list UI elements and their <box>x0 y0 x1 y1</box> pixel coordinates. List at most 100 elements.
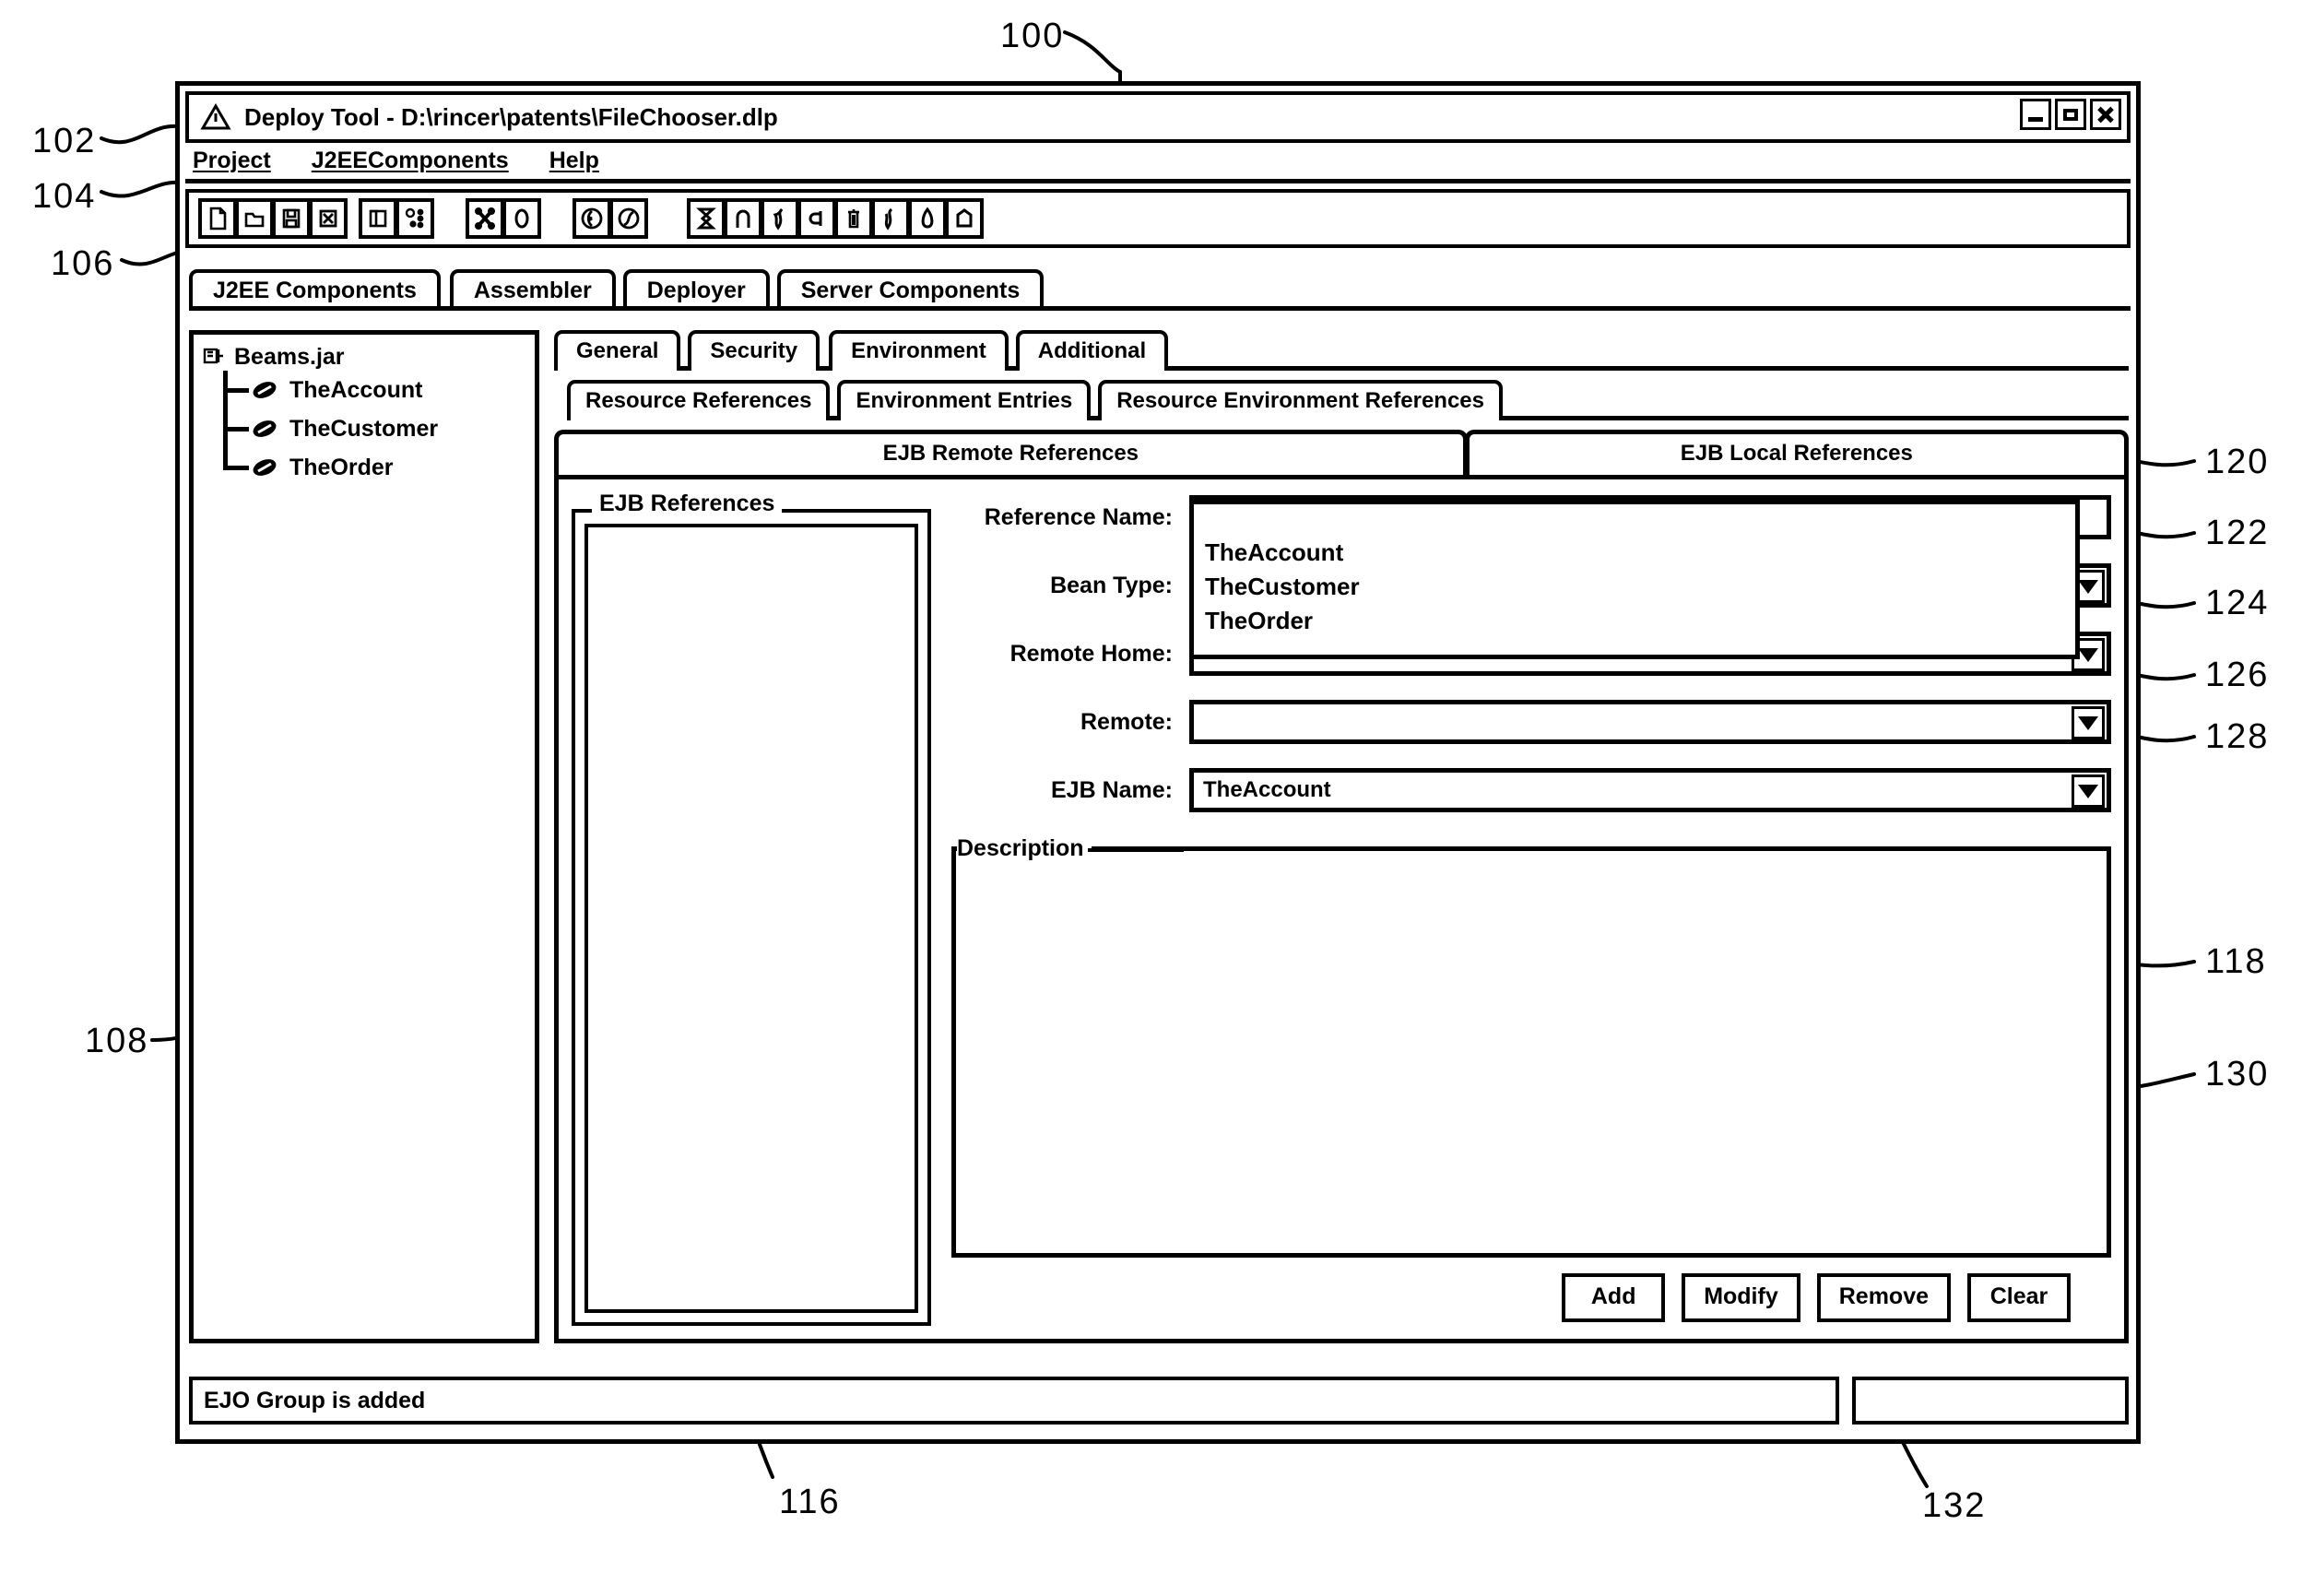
tab-ejb-remote-references[interactable]: EJB Remote References <box>554 430 1468 475</box>
tab-environment-entries[interactable]: Environment Entries <box>837 380 1092 420</box>
toolbar-group-file <box>198 198 348 239</box>
flame-icon[interactable] <box>761 198 799 239</box>
menu-item-j2eecomponents[interactable]: J2EEComponents <box>312 148 509 174</box>
toolbar <box>185 189 2131 248</box>
status-bar: EJO Group is added <box>189 1377 2129 1425</box>
chevron-down-icon[interactable] <box>2072 706 2105 739</box>
close-x-icon[interactable] <box>309 198 348 239</box>
bean-icon <box>253 459 277 476</box>
main-tab-strip: J2EE Components Assembler Deployer Serve… <box>189 265 2131 311</box>
toolbar-group-edit <box>466 198 541 239</box>
tab-resource-environment-references[interactable]: Resource Environment References <box>1098 380 1503 420</box>
tree-node-theorder[interactable]: TheOrder <box>218 448 535 487</box>
clear-button[interactable]: Clear <box>1967 1273 2071 1322</box>
tree-connector-horizontal <box>223 388 249 393</box>
environment-tabs: Resource References Environment Entries … <box>554 380 2129 420</box>
ejb-references-list[interactable] <box>584 524 918 1313</box>
menu-item-help[interactable]: Help <box>549 148 599 174</box>
trash-icon[interactable] <box>834 198 873 239</box>
callout-100: 100 <box>1000 17 1065 55</box>
status-message: EJO Group is added <box>189 1377 1839 1425</box>
dropdown-option-thecustomer[interactable]: TheCustomer <box>1194 570 2075 604</box>
dropdown-option-theaccount[interactable]: TheAccount <box>1194 536 2075 570</box>
component-tree-panel[interactable]: Beams.jar TheAccount TheCustomer TheOrde… <box>189 330 539 1343</box>
menu-item-project[interactable]: Project <box>193 148 271 174</box>
dropdown-option-theorder[interactable]: TheOrder <box>1194 604 2075 638</box>
menu-help-label: Help <box>549 148 599 173</box>
tree-root-node[interactable]: Beams.jar <box>194 335 535 371</box>
tab-assembler[interactable]: Assembler <box>449 268 616 311</box>
copy-oval-icon[interactable] <box>502 198 541 239</box>
home-icon[interactable] <box>945 198 984 239</box>
ejb-references-group: EJB References <box>572 491 931 1326</box>
tab-deployer[interactable]: Deployer <box>622 268 770 311</box>
tab-additional-label: Additional <box>1037 338 1147 363</box>
toolbar-group-window <box>359 198 434 239</box>
ejb-name-dropdown-list[interactable]: TheAccount TheCustomer TheOrder <box>1189 500 2080 659</box>
detail-panel: General Security Environment Additional … <box>554 330 2129 1343</box>
menu-bar: Project J2EEComponents Help <box>185 143 2131 183</box>
open-folder-icon[interactable] <box>235 198 274 239</box>
tab-additional[interactable]: Additional <box>1015 330 1169 371</box>
ejb-references-group-label: EJB References <box>592 491 783 517</box>
tab-ejb-local-references[interactable]: EJB Local References <box>1464 430 2129 475</box>
description-label-line <box>1088 848 1184 852</box>
bean-icon <box>253 382 277 398</box>
toolbar-group-clock <box>573 198 648 239</box>
callout-118: 118 <box>2205 942 2267 981</box>
drop-icon[interactable] <box>908 198 947 239</box>
tab-server-components[interactable]: Server Components <box>776 268 1045 311</box>
jar-icon <box>203 348 223 363</box>
tab-security[interactable]: Security <box>688 330 820 371</box>
plug-icon[interactable] <box>797 198 836 239</box>
remove-button[interactable]: Remove <box>1816 1273 1951 1322</box>
callout-120: 120 <box>2205 443 2270 481</box>
new-file-icon[interactable] <box>198 198 237 239</box>
close-icon[interactable] <box>2090 99 2121 130</box>
tab-resource-references[interactable]: Resource References <box>567 380 831 420</box>
tab-environment[interactable]: Environment <box>829 330 1009 371</box>
properties-icon[interactable] <box>395 198 434 239</box>
tab-j2ee-components-label: J2EE Components <box>213 277 417 303</box>
tree-node-thecustomer[interactable]: TheCustomer <box>218 409 535 448</box>
tab-strip-underline <box>189 306 2131 311</box>
tab-environment-entries-label: Environment Entries <box>856 388 1073 413</box>
tab-general[interactable]: General <box>554 330 681 371</box>
action-buttons: Add Modify Remove Clear <box>1562 1273 2071 1322</box>
clock-icon[interactable] <box>573 198 611 239</box>
maximize-icon[interactable] <box>2055 99 2086 130</box>
description-label: Description <box>957 835 1092 862</box>
tab-assembler-label: Assembler <box>473 277 592 303</box>
bean-type-label: Bean Type: <box>1050 572 1173 598</box>
tab-j2ee-components[interactable]: J2EE Components <box>189 268 441 311</box>
reference-name-label: Reference Name: <box>984 503 1173 530</box>
tree-node-label: TheCustomer <box>289 415 439 442</box>
main-body: Beams.jar TheAccount TheCustomer TheOrde… <box>189 330 2129 1343</box>
tab-server-components-label: Server Components <box>800 277 1021 303</box>
tab-resource-env-references-label: Resource Environment References <box>1116 388 1484 413</box>
modify-button[interactable]: Modify <box>1682 1273 1800 1322</box>
clock-alt-icon[interactable] <box>609 198 648 239</box>
tree-root-label: Beams.jar <box>234 344 345 370</box>
hourglass-icon[interactable] <box>687 198 726 239</box>
remote-select[interactable] <box>1189 700 2111 744</box>
minimize-icon[interactable] <box>2020 99 2051 130</box>
remote-home-label: Remote Home: <box>1009 640 1173 667</box>
ejb-references-group-frame <box>572 509 931 1326</box>
menu-j2ee-label: J2EEComponents <box>311 148 509 173</box>
tab-deployer-label: Deployer <box>646 277 746 303</box>
callout-128: 128 <box>2205 717 2270 756</box>
cut-scissors-icon[interactable] <box>466 198 504 239</box>
window-controls <box>2020 99 2121 130</box>
save-disk-icon[interactable] <box>272 198 311 239</box>
callout-106: 106 <box>51 244 115 283</box>
callout-102: 102 <box>32 122 97 160</box>
description-textarea[interactable] <box>951 846 2111 1258</box>
new-window-icon[interactable] <box>359 198 397 239</box>
toolbar-group-actions <box>687 198 984 239</box>
swirl-icon[interactable] <box>871 198 910 239</box>
tree-node-theaccount[interactable]: TheAccount <box>218 371 535 409</box>
add-button[interactable]: Add <box>1562 1273 1666 1322</box>
arch-icon[interactable] <box>724 198 762 239</box>
tree-node-label: TheAccount <box>289 376 423 403</box>
